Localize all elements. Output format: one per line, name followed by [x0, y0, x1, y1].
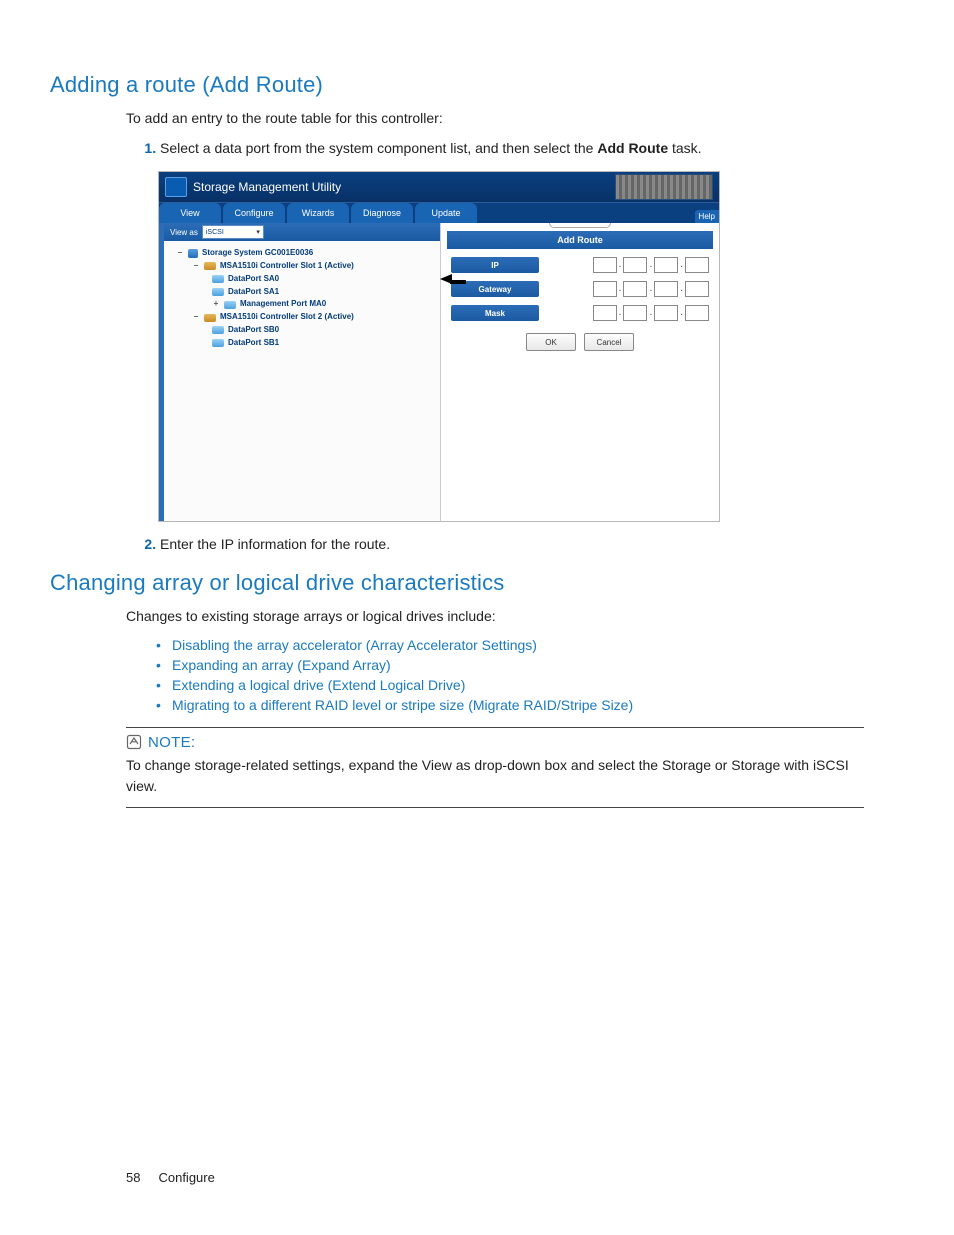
app-body: View as iSCSI ▾ − Storage System GC001E0… [159, 223, 719, 521]
ip-octet-input[interactable] [593, 281, 617, 297]
note-text: To change storage-related settings, expa… [126, 755, 864, 797]
add-route-form: IP . . . Gateway . . . [441, 249, 719, 359]
note-label: NOTE: [148, 734, 195, 751]
heading-change-array: Changing array or logical drive characte… [50, 570, 864, 596]
controller-icon [204, 262, 216, 270]
tree-mgmtport-ma0[interactable]: + Management Port MA0 [170, 298, 434, 311]
cancel-button[interactable]: Cancel [584, 333, 634, 351]
heading-add-route: Adding a route (Add Route) [50, 72, 864, 98]
ip-octet-input[interactable] [685, 257, 709, 273]
port-icon [212, 288, 224, 296]
tree-dataport-sa1[interactable]: DataPort SA1 [170, 286, 434, 299]
ip-octet-input[interactable] [654, 281, 678, 297]
hp-logo-icon [165, 177, 187, 197]
controller-icon [204, 314, 216, 322]
change-links: Disabling the array accelerator (Array A… [132, 637, 864, 713]
tab-wizards[interactable]: Wizards [287, 203, 349, 223]
ip-octet-input[interactable] [654, 305, 678, 321]
tab-diagnose[interactable]: Diagnose [351, 203, 413, 223]
steps-list-continued: Enter the IP information for the route. [126, 536, 864, 552]
ok-button[interactable]: OK [526, 333, 576, 351]
page-number: 58 [126, 1170, 140, 1185]
step1-bold: Add Route [597, 140, 668, 156]
step1-pre: Select a data port from the system compo… [160, 140, 597, 156]
help-link[interactable]: Help [695, 210, 719, 223]
tab-update[interactable]: Update [415, 203, 477, 223]
ip-octet-input[interactable] [685, 305, 709, 321]
collapse-icon[interactable]: − [192, 260, 200, 273]
note-rule-top [126, 727, 864, 728]
pane-title: Add Route [447, 231, 713, 249]
screenshot-add-route: Storage Management Utility View Configur… [158, 171, 720, 522]
label-mask: Mask [451, 305, 539, 321]
tree-controller-1[interactable]: − MSA1510i Controller Slot 1 (Active) [170, 260, 434, 273]
ip-input-group: . . . [593, 257, 709, 273]
collapse-icon[interactable]: − [192, 311, 200, 324]
step-1: Select a data port from the system compo… [160, 138, 864, 159]
tab-view[interactable]: View [159, 203, 221, 223]
note-icon [126, 734, 142, 750]
intro-change-array: Changes to existing storage arrays or lo… [126, 606, 864, 626]
step1-post: task. [668, 140, 701, 156]
tree-dataport-sb1[interactable]: DataPort SB1 [170, 337, 434, 350]
right-pane: Add Route IP . . . Gateway . . [441, 223, 719, 521]
ip-octet-input[interactable] [623, 305, 647, 321]
link-array-accel[interactable]: Disabling the array accelerator (Array A… [156, 637, 864, 653]
link-migrate-raid[interactable]: Migrating to a different RAID level or s… [156, 697, 864, 713]
callout-arrow-icon [440, 274, 466, 289]
port-icon [212, 326, 224, 334]
tab-configure[interactable]: Configure [223, 203, 285, 223]
tree-dataport-sa0[interactable]: DataPort SA0 [170, 273, 434, 286]
system-icon [188, 249, 198, 258]
component-tree: − Storage System GC001E0036 − MSA1510i C… [164, 241, 440, 355]
tree-dataport-sb0[interactable]: DataPort SB0 [170, 324, 434, 337]
port-icon [212, 339, 224, 347]
ip-octet-input[interactable] [685, 281, 709, 297]
link-expand-array[interactable]: Expanding an array (Expand Array) [156, 657, 864, 673]
intro-add-route: To add an entry to the route table for t… [126, 108, 864, 128]
page-footer: 58 Configure [126, 1170, 215, 1185]
note-block: NOTE: To change storage-related settings… [126, 727, 864, 808]
view-as-bar: View as iSCSI ▾ [164, 223, 440, 241]
header-photo [615, 174, 713, 200]
pane-grip-icon[interactable] [549, 223, 611, 228]
tree-storage-system[interactable]: − Storage System GC001E0036 [170, 247, 434, 260]
ip-octet-input[interactable] [654, 257, 678, 273]
port-icon [224, 301, 236, 309]
ip-octet-input[interactable] [623, 257, 647, 273]
link-extend-ld[interactable]: Extending a logical drive (Extend Logica… [156, 677, 864, 693]
main-menu: View Configure Wizards Diagnose Update H… [159, 202, 719, 223]
ip-octet-input[interactable] [623, 281, 647, 297]
port-icon [212, 275, 224, 283]
steps-list: Select a data port from the system compo… [126, 138, 864, 159]
view-as-value: iSCSI [206, 229, 224, 236]
chevron-down-icon: ▾ [256, 228, 260, 236]
tree-controller-2[interactable]: − MSA1510i Controller Slot 2 (Active) [170, 311, 434, 324]
app-header: Storage Management Utility [159, 172, 719, 202]
view-as-select[interactable]: iSCSI ▾ [202, 225, 264, 239]
step-2: Enter the IP information for the route. [160, 536, 864, 552]
app-title: Storage Management Utility [193, 180, 341, 194]
expand-icon[interactable]: + [212, 298, 220, 311]
ip-octet-input[interactable] [593, 305, 617, 321]
label-ip: IP [451, 257, 539, 273]
view-as-label: View as [170, 228, 198, 237]
gateway-input-group: . . . [593, 281, 709, 297]
ip-octet-input[interactable] [593, 257, 617, 273]
mask-input-group: . . . [593, 305, 709, 321]
note-rule-bottom [126, 807, 864, 808]
left-pane: View as iSCSI ▾ − Storage System GC001E0… [159, 223, 441, 521]
collapse-icon[interactable]: − [176, 247, 184, 260]
footer-section: Configure [158, 1170, 214, 1185]
